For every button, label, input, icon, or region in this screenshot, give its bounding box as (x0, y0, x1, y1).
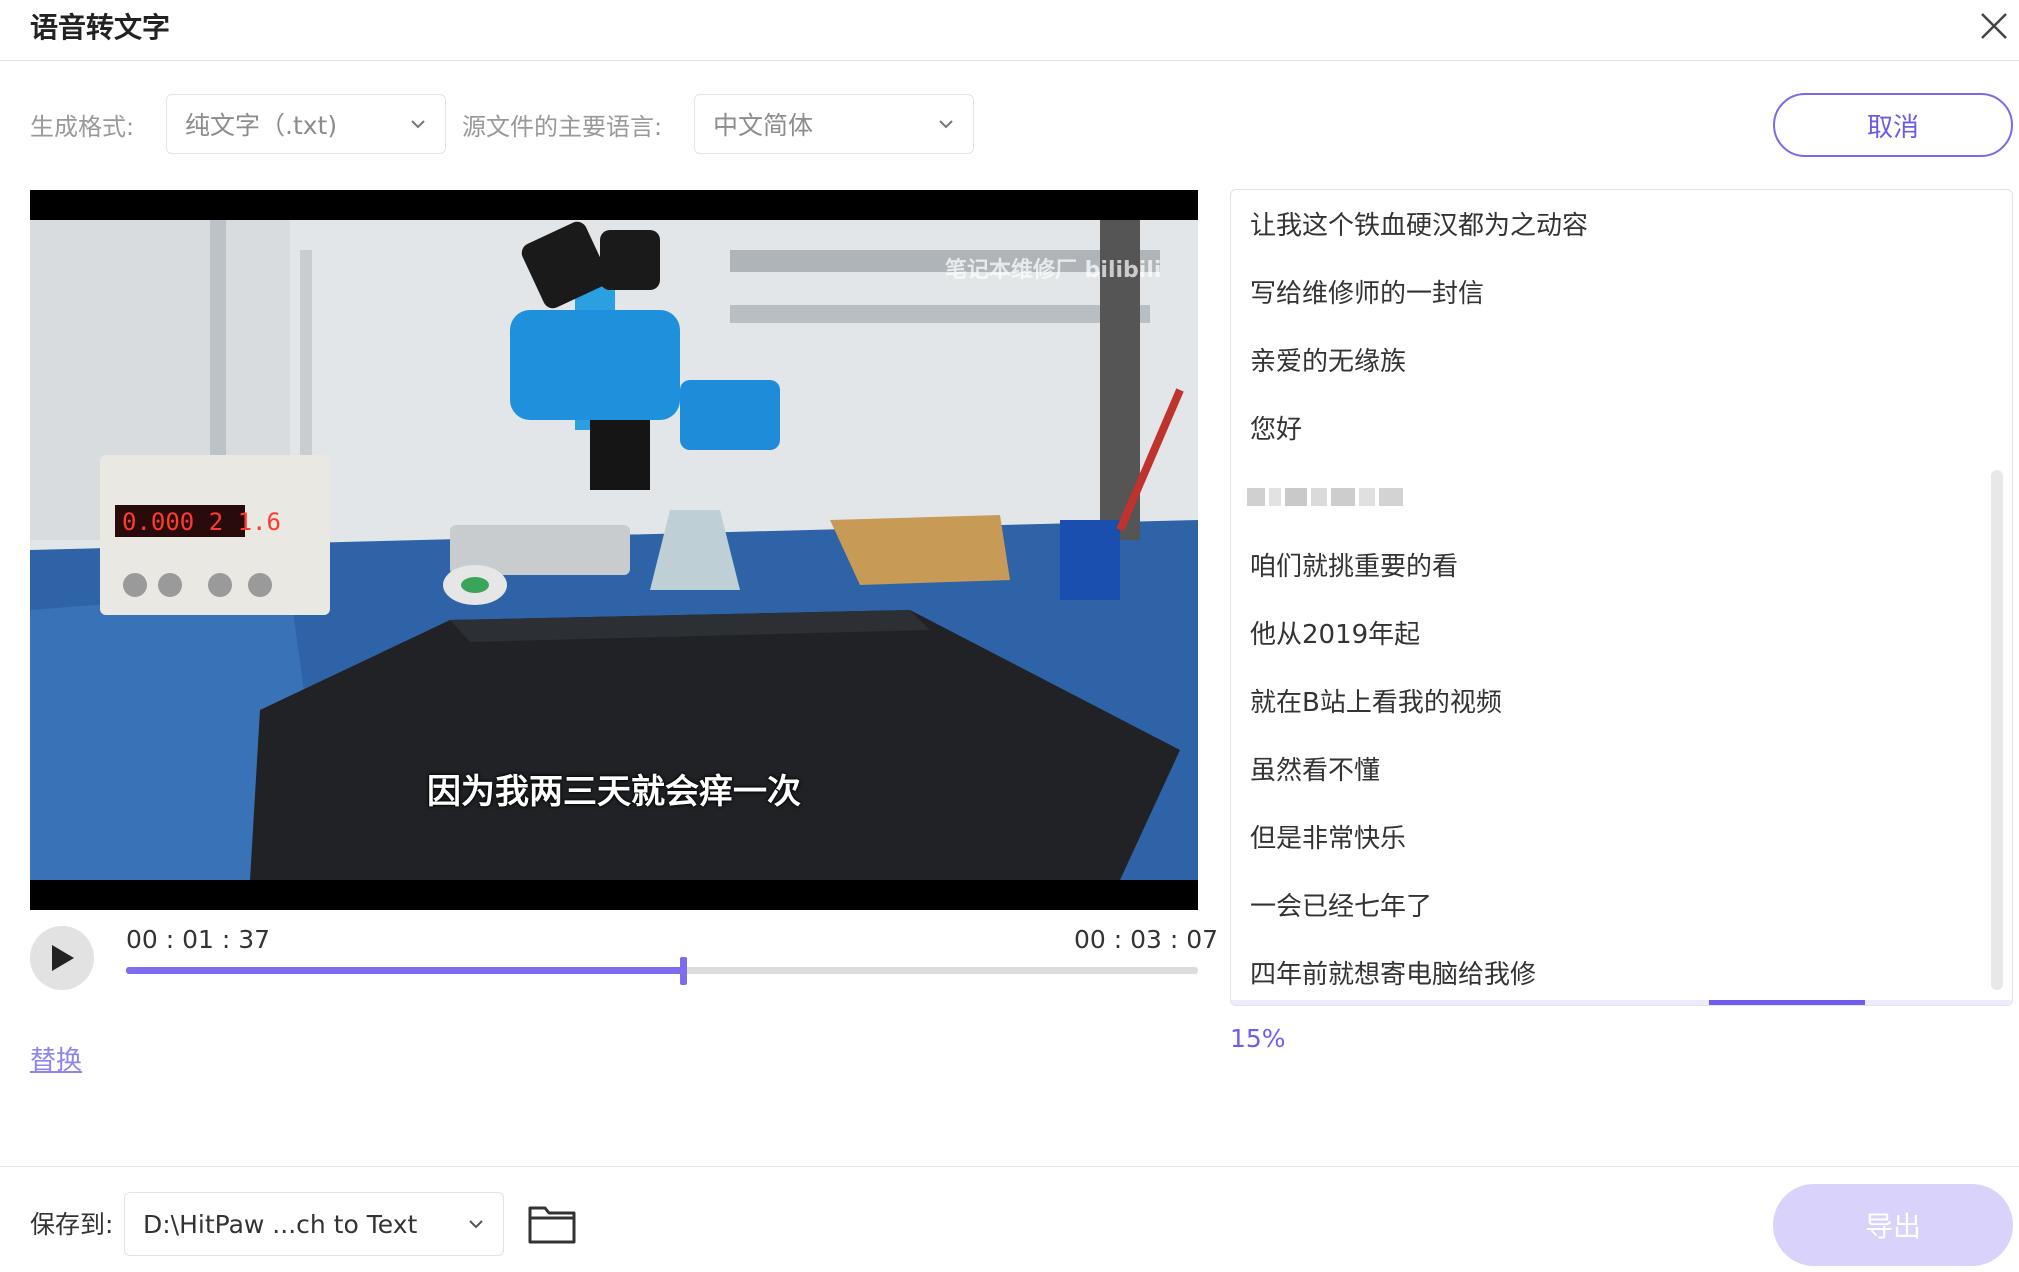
transcript-line: 虽然看不懂 (1250, 756, 1381, 786)
transcript-line: 一会已经七年了 (1250, 892, 1433, 922)
format-label: 生成格式: (30, 113, 135, 141)
folder-icon (528, 1206, 576, 1244)
play-button[interactable] (30, 926, 94, 990)
speech-to-text-dialog: 语音转文字 生成格式: 纯文字（.txt) 源文件的主要语言: 中文简体 取消 (0, 0, 2019, 1271)
save-path-select[interactable]: D:\HitPaw ...ch to Text (124, 1192, 504, 1256)
transcript-line: 咱们就挑重要的看 (1250, 552, 1459, 582)
video-seek-bar[interactable] (126, 957, 1198, 985)
save-to-label: 保存到: (30, 1210, 114, 1239)
blurred-transcript-line (1247, 488, 1403, 506)
transcript-line: 让我这个铁血硬汉都为之动容 (1250, 211, 1589, 241)
seek-bar-progress (126, 967, 684, 974)
video-subtitle: 因为我两三天就会痒一次 (427, 772, 801, 812)
play-icon (52, 945, 74, 971)
transcript-line: 亲爱的无缘族 (1250, 347, 1407, 377)
transcript-line: 他从2019年起 (1250, 620, 1421, 650)
total-time: 00 : 03 : 07 (1074, 925, 1219, 954)
format-select-value: 纯文字（.txt) (185, 111, 338, 140)
browse-folder-button[interactable] (527, 1200, 577, 1246)
save-path-value: D:\HitPaw ...ch to Text (143, 1209, 418, 1239)
close-icon (1981, 13, 2007, 39)
close-button[interactable] (1974, 6, 2014, 46)
language-select-value: 中文简体 (713, 111, 814, 140)
transcription-progress-fill (1708, 1000, 1866, 1005)
transcript-line: 就在B站上看我的视频 (1250, 688, 1502, 718)
replace-link[interactable]: 替换 (30, 1040, 82, 1077)
cancel-button[interactable]: 取消 (1773, 93, 2013, 157)
language-label: 源文件的主要语言: (462, 113, 663, 141)
chevron-down-icon (939, 120, 953, 129)
title-bar (0, 0, 2019, 61)
transcription-progress-percent: 15% (1230, 1024, 1286, 1053)
psu-display-readout: 0.000 2 1.6 (122, 508, 281, 536)
chevron-down-icon (411, 120, 425, 129)
export-button[interactable]: 导出 (1773, 1184, 2013, 1266)
format-select[interactable]: 纯文字（.txt) (166, 94, 446, 154)
chevron-down-icon (469, 1220, 483, 1229)
current-time: 00 : 01 : 37 (126, 925, 271, 954)
transcription-progress-bar (1231, 1000, 2012, 1005)
transcript-line: 写给维修师的一封信 (1250, 279, 1485, 309)
transcript-line: 四年前就想寄电脑给我修 (1250, 960, 1537, 990)
transcript-line: 您好 (1250, 415, 1303, 445)
language-select[interactable]: 中文简体 (694, 94, 974, 154)
transcript-panel[interactable]: 让我这个铁血硬汉都为之动容 写给维修师的一封信 亲爱的无缘族 您好 咱们就挑重要… (1230, 189, 2013, 1006)
transcript-line: 但是非常快乐 (1250, 824, 1407, 854)
video-preview[interactable]: 0.000 2 1.6 笔记本维修厂 bilibili 因为我两三天就会痒一次 (30, 190, 1198, 910)
seek-bar-handle[interactable] (680, 957, 688, 985)
video-watermark: 笔记本维修厂 bilibili (945, 258, 1162, 283)
transcript-scrollbar[interactable] (1991, 470, 2003, 990)
dialog-title: 语音转文字 (30, 11, 171, 44)
